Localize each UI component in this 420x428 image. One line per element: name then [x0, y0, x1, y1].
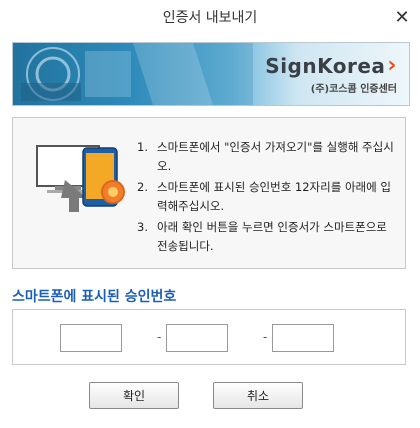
- brand-subtitle: (주)코스콤 인증센터: [310, 84, 397, 95]
- phone-transfer-illustration: [36, 145, 125, 212]
- signkorea-banner: SignKorea › (주)코스콤 인증센터: [12, 42, 410, 106]
- separator-dash: -: [157, 330, 162, 344]
- brand-name-text: SignKorea: [265, 53, 386, 78]
- close-button[interactable]: ✕: [390, 5, 414, 29]
- banner-graphic: [13, 43, 253, 105]
- approval-code-input-2[interactable]: [166, 324, 228, 352]
- confirm-button[interactable]: 확인: [89, 382, 179, 409]
- approval-code-input-3[interactable]: [272, 324, 334, 352]
- title-bar: 인증서 내보내기 ✕: [0, 0, 420, 34]
- separator-dash: -: [263, 330, 268, 344]
- list-item: 1. 스마트폰에서 "인증서 가져오기"를 실행해 주십시오.: [137, 140, 394, 173]
- instructions-panel: 1. 스마트폰에서 "인증서 가져오기"를 실행해 주십시오. 2. 스마트폰에…: [12, 117, 406, 269]
- close-icon: ✕: [394, 6, 410, 28]
- brand-logo: SignKorea › (주)코스콤 인증센터: [259, 43, 409, 105]
- list-item: 2. 스마트폰에 표시된 승인번호 12자리를 아래에 입력해주십시오.: [137, 180, 391, 213]
- approval-number-title: 스마트폰에 표시된 승인번호: [12, 289, 177, 305]
- cancel-button[interactable]: 취소: [213, 382, 303, 409]
- instruction-steps: 1. 스마트폰에서 "인증서 가져오기"를 실행해 주십시오. 2. 스마트폰에…: [137, 138, 399, 258]
- window-title: 인증서 내보내기: [162, 10, 258, 26]
- approval-code-input-1[interactable]: [60, 324, 122, 352]
- brand-chevron-icon: ›: [387, 53, 397, 78]
- approval-number-panel: - -: [12, 309, 406, 365]
- list-item: 3. 아래 확인 버튼을 누르면 인증서가 스마트폰으로 전송됩니다.: [137, 220, 387, 253]
